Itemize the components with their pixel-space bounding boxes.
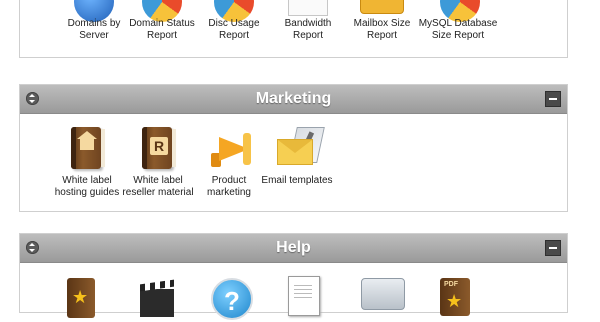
marketing-panel: Marketing White label hosting guides R W… bbox=[19, 84, 568, 212]
minimize-icon[interactable] bbox=[545, 240, 561, 256]
help-panel: Help ★ ? PDF ★ bbox=[19, 233, 568, 320]
item-label-line2: Size Report bbox=[431, 30, 485, 41]
help-question-icon[interactable]: ? bbox=[211, 278, 253, 320]
video-clapper-icon[interactable] bbox=[140, 289, 174, 317]
server-icon[interactable] bbox=[361, 278, 405, 310]
reports-panel: Domains by Server Domain Status Report D… bbox=[19, 0, 568, 58]
pdf-badge: PDF bbox=[444, 281, 458, 288]
document-pen-icon[interactable] bbox=[288, 276, 320, 316]
item-label-line1: MySQL Database bbox=[418, 18, 498, 29]
minimize-icon[interactable] bbox=[545, 91, 561, 107]
marketing-header: Marketing bbox=[20, 85, 567, 114]
mailbox-icon[interactable] bbox=[360, 0, 404, 14]
item-label-line1: Email templates bbox=[261, 175, 333, 186]
house-book-icon bbox=[63, 125, 111, 173]
star-book-icon[interactable]: ★ bbox=[67, 278, 95, 318]
section-title: Marketing bbox=[255, 90, 332, 107]
email-templates-link[interactable]: Email templates bbox=[252, 125, 342, 187]
email-template-icon bbox=[273, 125, 325, 173]
pdf-book-icon[interactable]: PDF ★ bbox=[440, 278, 470, 316]
help-header: Help bbox=[20, 234, 567, 263]
reseller-book-icon: R bbox=[134, 125, 182, 173]
section-title: Help bbox=[276, 239, 311, 256]
megaphone-icon bbox=[205, 125, 253, 173]
mysql-database-size-report-link[interactable]: MySQL Database Size Report bbox=[413, 18, 503, 42]
bandwidth-graph-icon[interactable] bbox=[288, 0, 328, 16]
item-label-line2: marketing bbox=[207, 187, 251, 198]
